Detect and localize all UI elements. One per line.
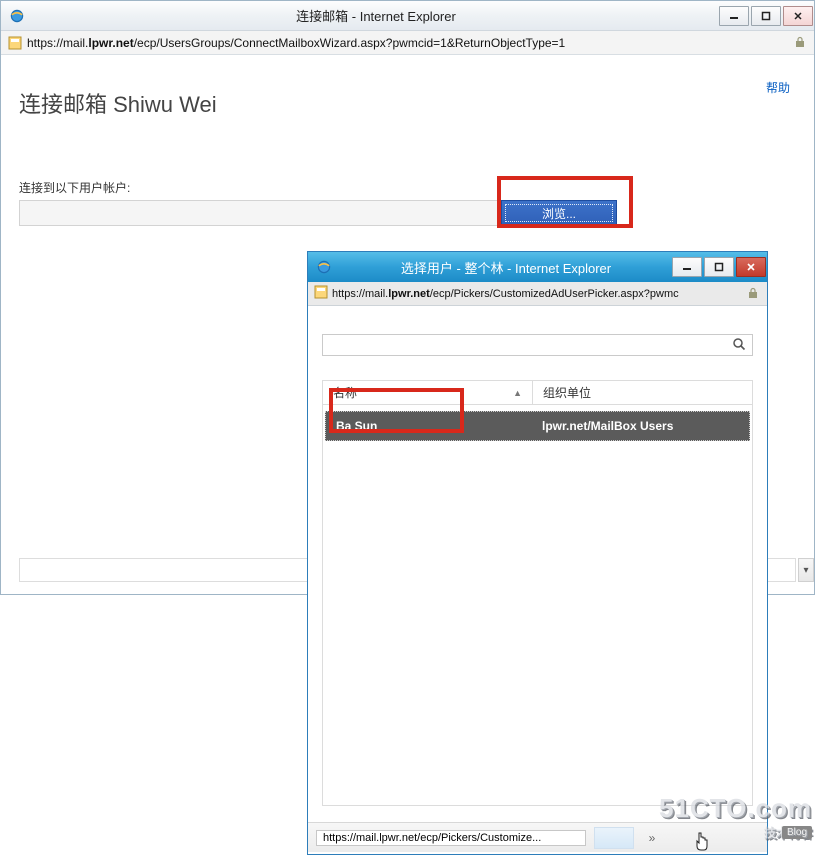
minimize-button[interactable]	[719, 6, 749, 26]
search-icon	[732, 337, 746, 354]
page-title: 连接邮箱 Shiwu Wei	[19, 87, 796, 119]
picker-minimize-button[interactable]	[672, 257, 702, 277]
search-box	[322, 334, 753, 356]
search-input[interactable]	[323, 338, 726, 352]
user-table: 名称 ▲ 组织单位 Ba Sun lpwr.net/MailBox Users	[322, 380, 753, 806]
picker-close-button[interactable]	[736, 257, 766, 277]
user-account-label: 连接到以下用户帐户:	[19, 179, 796, 196]
page-favicon-icon	[314, 285, 328, 302]
maximize-button[interactable]	[751, 6, 781, 26]
picker-window: 选择用户 - 整个林 - Internet Explorer https://m…	[307, 251, 768, 855]
table-header: 名称 ▲ 组织单位	[323, 381, 752, 405]
help-link[interactable]: 帮助	[766, 79, 790, 96]
picker-maximize-button[interactable]	[704, 257, 734, 277]
cell-name: Ba Sun	[326, 419, 532, 433]
address-url[interactable]: https://mail.lpwr.net/ecp/UsersGroups/Co…	[27, 36, 790, 50]
page-favicon-icon	[7, 35, 23, 51]
picker-address-url[interactable]: https://mail.lpwr.net/ecp/Pickers/Custom…	[332, 288, 743, 300]
table-empty-area	[323, 445, 752, 805]
picker-window-controls	[672, 257, 766, 277]
picker-status-bar: https://mail.lpwr.net/ecp/Pickers/Custom…	[308, 822, 767, 852]
picker-titlebar: 选择用户 - 整个林 - Internet Explorer	[308, 252, 767, 282]
lock-icon	[794, 36, 808, 50]
address-bar[interactable]: https://mail.lpwr.net/ecp/UsersGroups/Co…	[1, 31, 814, 55]
lock-icon	[747, 287, 761, 301]
ie-icon	[316, 259, 332, 275]
window-controls	[719, 6, 813, 26]
close-button[interactable]	[783, 6, 813, 26]
cell-ou: lpwr.net/MailBox Users	[532, 419, 749, 433]
status-button[interactable]	[594, 827, 634, 849]
picker-title: 选择用户 - 整个林 - Internet Explorer	[340, 258, 672, 277]
user-account-row: 浏览...	[19, 200, 617, 226]
status-text: https://mail.lpwr.net/ecp/Pickers/Custom…	[316, 830, 586, 846]
sort-asc-icon: ▲	[513, 388, 522, 398]
ie-icon	[9, 8, 25, 24]
picker-address-bar[interactable]: https://mail.lpwr.net/ecp/Pickers/Custom…	[308, 282, 767, 306]
table-row[interactable]: Ba Sun lpwr.net/MailBox Users	[325, 411, 750, 441]
dropdown-chevron-icon[interactable]: ▾	[798, 558, 814, 582]
search-button[interactable]	[726, 335, 752, 355]
status-chevron-icon[interactable]: »	[642, 827, 662, 849]
column-header-ou[interactable]: 组织单位	[533, 381, 752, 404]
main-titlebar: 连接邮箱 - Internet Explorer	[1, 1, 814, 31]
main-title: 连接邮箱 - Internet Explorer	[33, 6, 719, 25]
browse-button[interactable]: 浏览...	[501, 200, 617, 226]
user-account-input[interactable]	[19, 200, 501, 226]
picker-content: 名称 ▲ 组织单位 Ba Sun lpwr.net/MailBox Users	[308, 306, 767, 822]
column-header-name[interactable]: 名称 ▲	[323, 381, 533, 404]
